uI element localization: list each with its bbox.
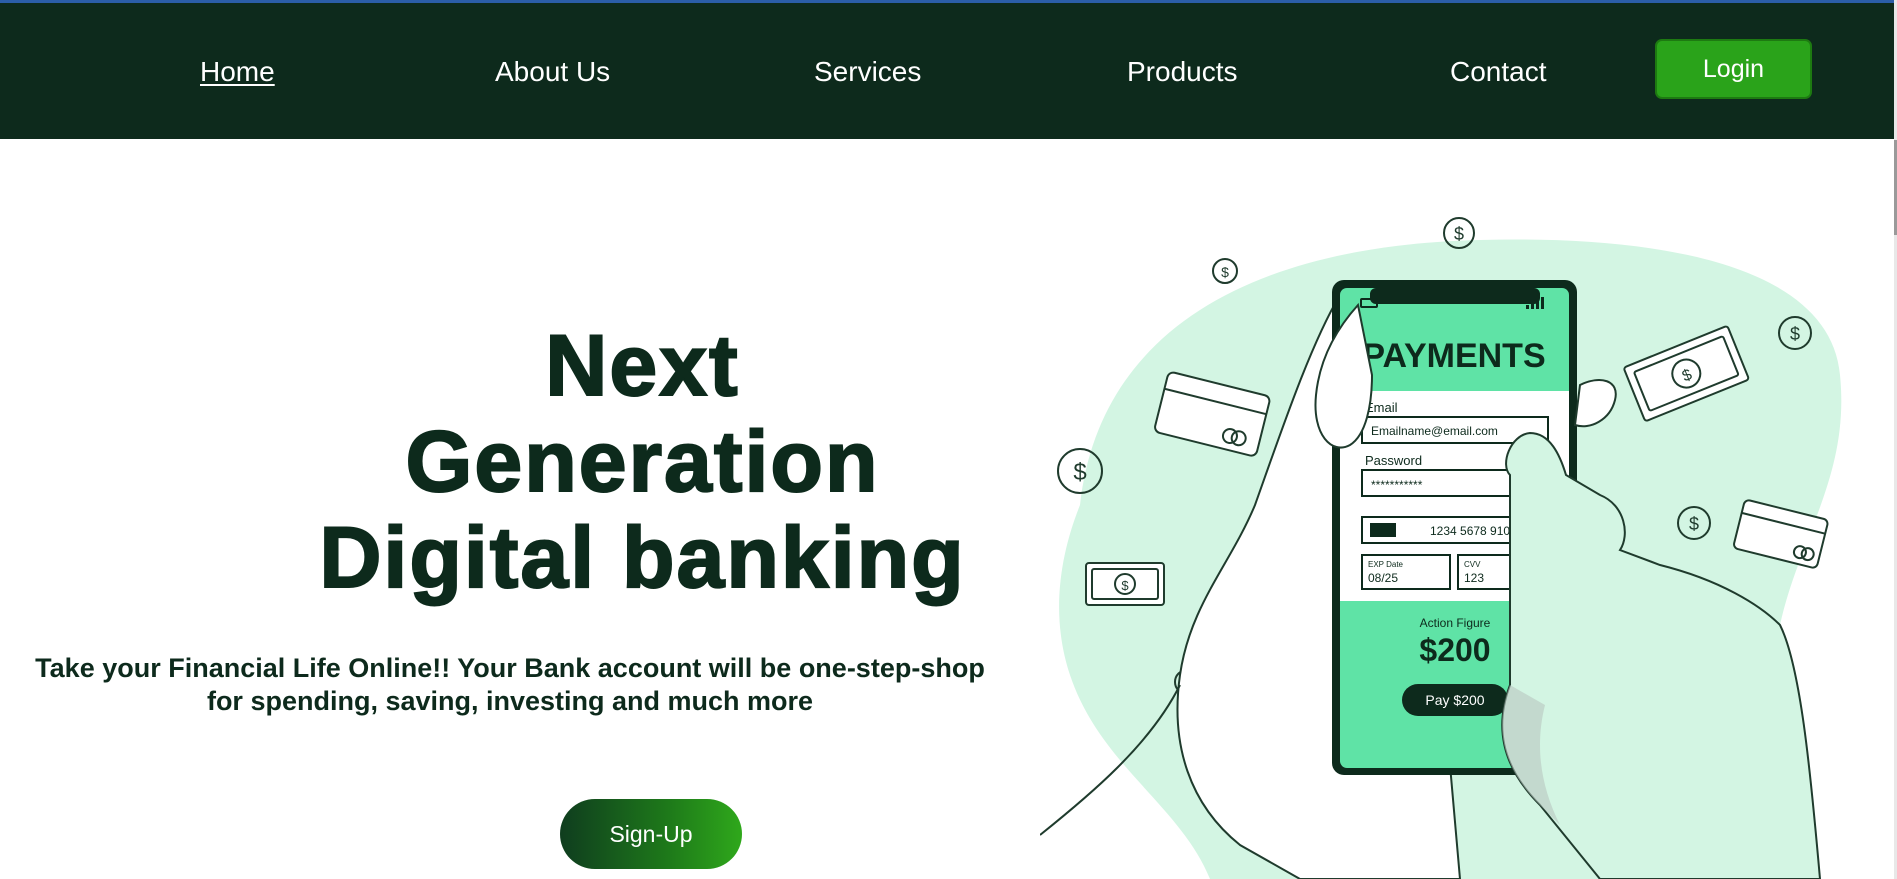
nav-about-link[interactable]: About Us	[495, 55, 610, 89]
phone-password-value: ***********	[1371, 478, 1423, 492]
banknote-icon: $	[1085, 562, 1165, 606]
nav-products-link[interactable]: Products	[1127, 55, 1238, 89]
svg-text:$: $	[1689, 514, 1699, 534]
login-button[interactable]: Login	[1655, 39, 1812, 99]
svg-text:$: $	[1121, 578, 1129, 593]
phone-action-label: Action Figure	[1420, 616, 1491, 630]
phone-email-value: Emailname@email.com	[1371, 424, 1498, 438]
main-navbar: Home About Us Services Products Contact …	[0, 3, 1894, 139]
hero-title-line-1: Next	[544, 317, 740, 415]
payments-illustration: $ $ $ $ $ $ $ $	[1040, 217, 1842, 879]
dollar-coin-icon: $	[1443, 217, 1475, 249]
phone-amount: $200	[1419, 632, 1490, 668]
hero-subtitle-line-2: for spending, saving, investing and much…	[206, 686, 814, 716]
nav-home-link[interactable]: Home	[200, 55, 275, 89]
signup-button[interactable]: Sign-Up	[560, 799, 742, 869]
phone-card-number: 1234 5678 910	[1430, 524, 1510, 538]
nav-contact-link[interactable]: Contact	[1450, 55, 1547, 89]
svg-text:$: $	[1221, 264, 1229, 280]
phone-exp-label: EXP Date	[1368, 560, 1404, 569]
hero-title-line-2: Generation	[405, 413, 880, 511]
phone-exp-value: 08/25	[1368, 571, 1398, 585]
svg-text:$: $	[1790, 324, 1800, 344]
hero-title-line-3: Digital banking	[318, 509, 966, 607]
svg-text:$: $	[1073, 459, 1086, 486]
hero-title: Next Generation Digital banking	[200, 317, 1085, 607]
phone-password-label: Password	[1365, 453, 1422, 468]
svg-text:$: $	[1454, 224, 1464, 244]
hero-subtitle-line-1: Take your Financial Life Online!! Your B…	[35, 653, 985, 683]
phone-cvv-label: CVV	[1464, 560, 1481, 569]
phone-cvv-value: 123	[1464, 571, 1484, 585]
card-chip-icon	[1370, 523, 1396, 537]
phone-pay-button: Pay $200	[1425, 692, 1484, 708]
hero-subtitle: Take your Financial Life Online!! Your B…	[0, 652, 1020, 718]
phone-screen-title: PAYMENTS	[1362, 337, 1545, 375]
dollar-coin-icon: $	[1212, 258, 1238, 284]
nav-services-link[interactable]: Services	[814, 55, 921, 89]
